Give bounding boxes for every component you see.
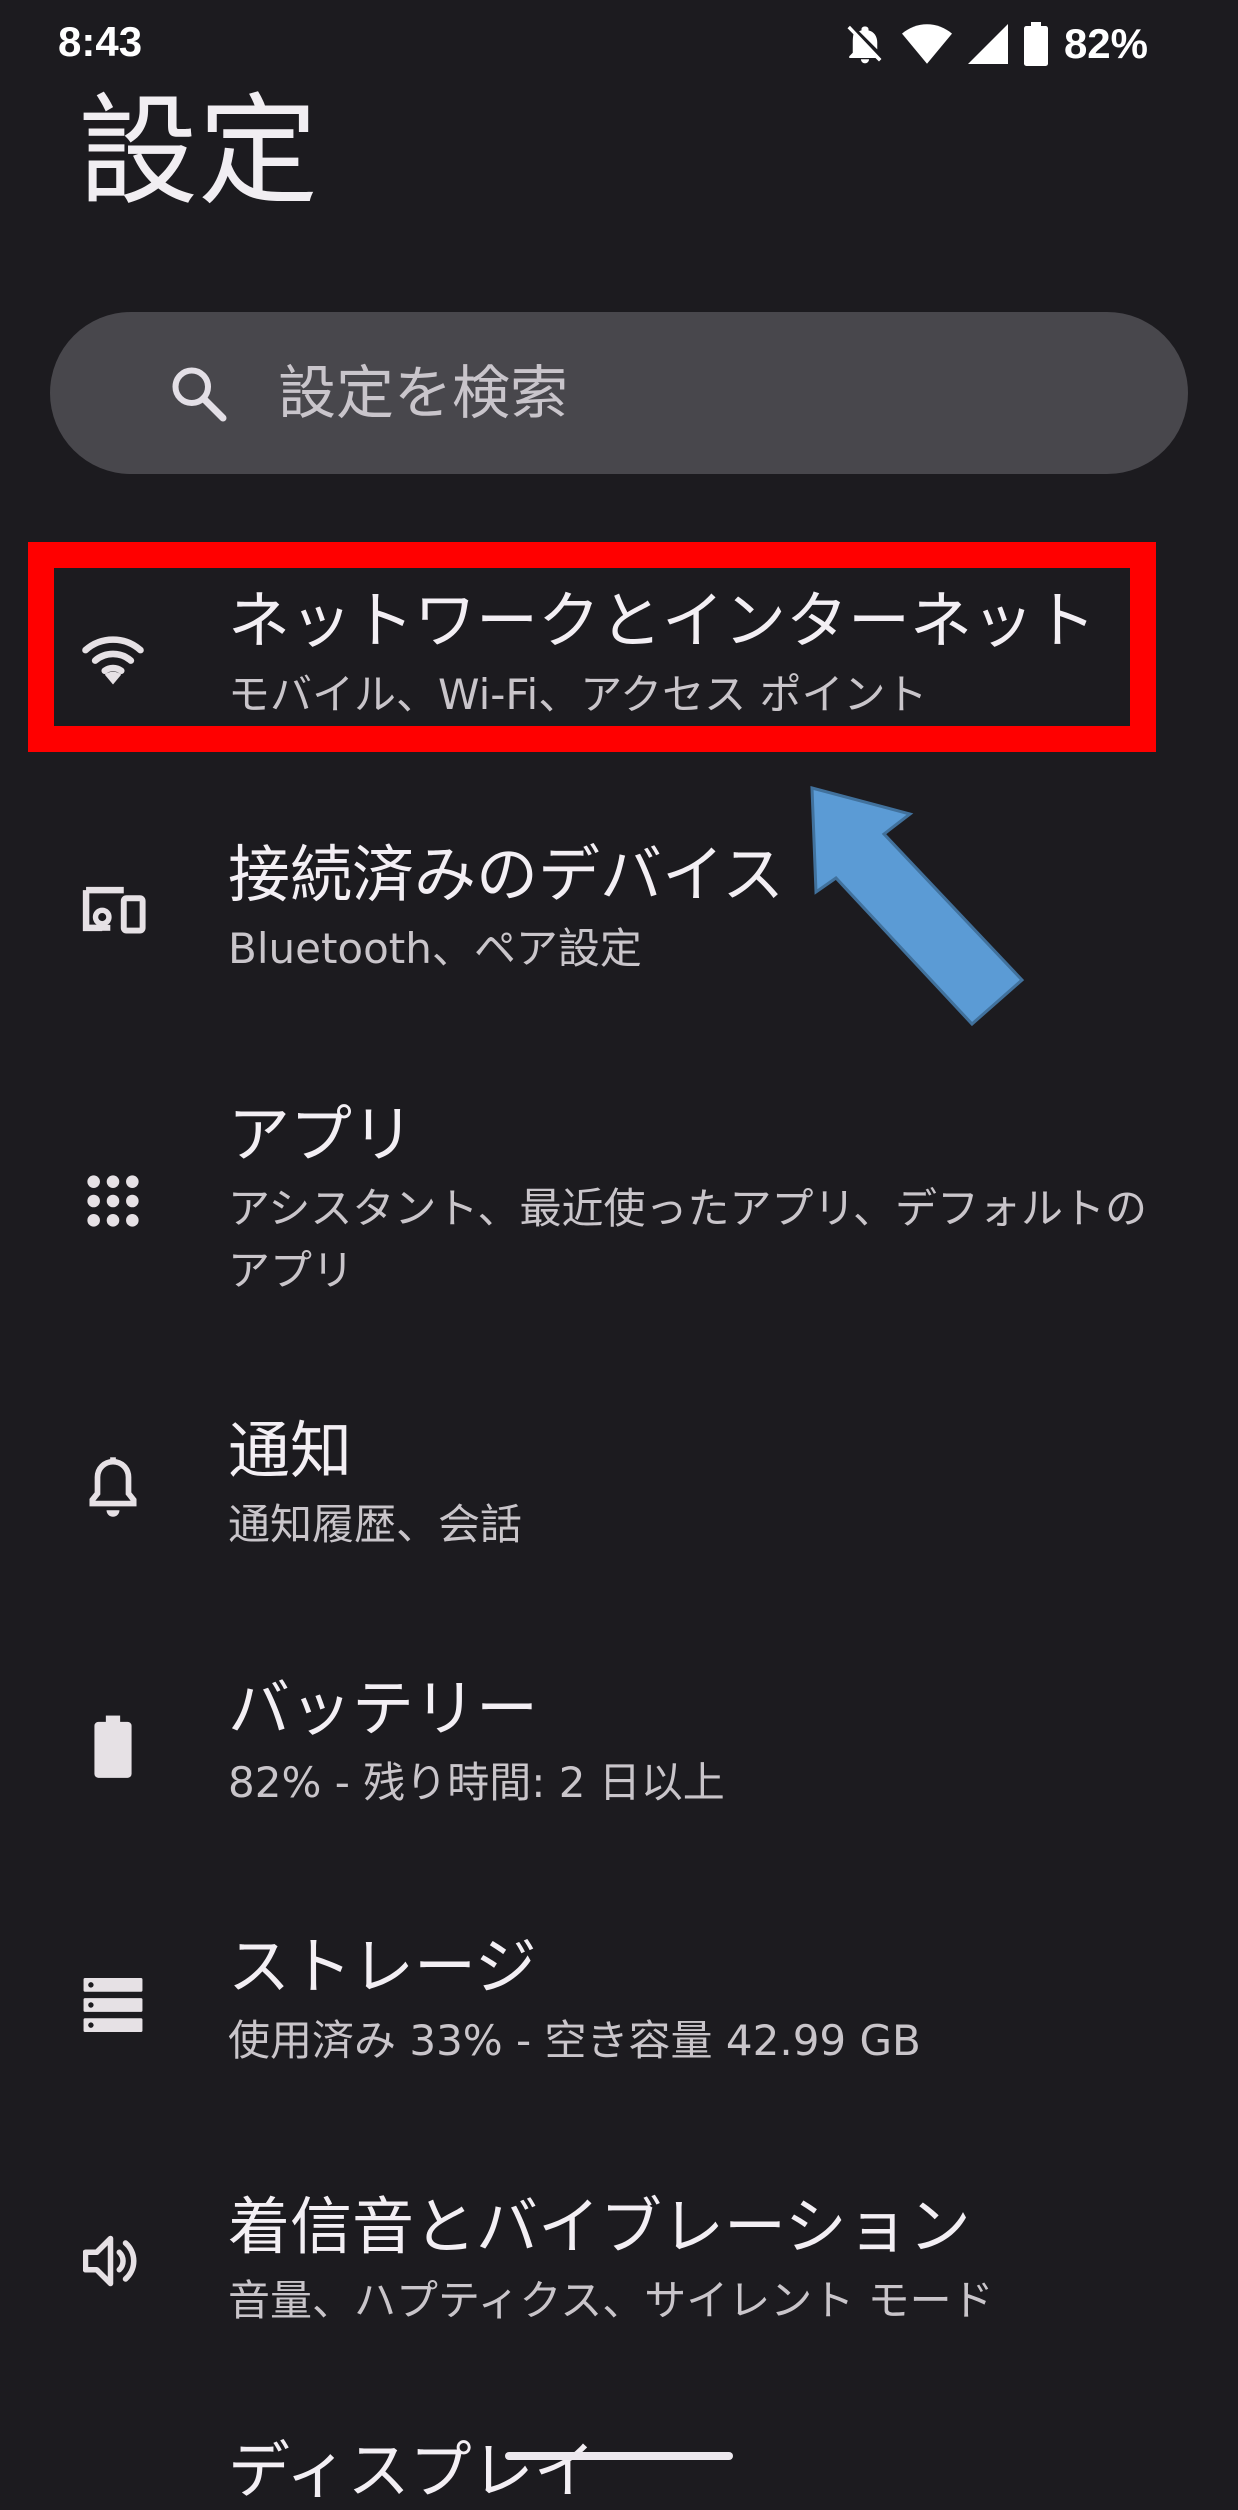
battery-percent: 82%	[1063, 20, 1148, 67]
settings-item-summary: 通知履歴、会話	[228, 1500, 523, 1549]
settings-item-label: 着信音とバイブレーション	[228, 2190, 971, 2263]
signal-icon	[967, 24, 1008, 64]
home-indicator[interactable]	[505, 2452, 733, 2460]
settings-item-devices[interactable]: 接続済みのデバイス Bluetooth、ペア設定	[0, 798, 1238, 1028]
settings-item-label: 接続済みのデバイス	[228, 838, 785, 911]
settings-item-display-label[interactable]: ディスプレイ	[228, 2432, 596, 2510]
battery-icon	[78, 1712, 148, 1782]
page-title: 設定	[78, 83, 318, 222]
pointer-arrow-icon	[810, 786, 1025, 1027]
settings-item-label: ストレージ	[228, 1930, 537, 2003]
search-bar[interactable]: 設定を検索	[50, 312, 1188, 474]
settings-item-summary: 82% - 残り時間: 2 日以上	[228, 1758, 725, 1807]
settings-item-sound[interactable]: 着信音とバイブレーション 音量、ハプティクス、サイレント モード	[0, 2148, 1238, 2378]
wifi-icon	[901, 24, 952, 64]
settings-item-label: アプリ	[228, 1098, 415, 1171]
settings-item-apps[interactable]: アプリ アシスタント、最近使ったアプリ、デフォルトのアプリ	[0, 1056, 1238, 1346]
status-bar: 8:43 82%	[0, 0, 1238, 88]
settings-item-notifications[interactable]: 通知 通知履歴、会話	[0, 1374, 1238, 1604]
settings-item-summary: 使用済み 33% - 空き容量 42.99 GB	[228, 2016, 921, 2065]
apps-grid-icon	[78, 1166, 148, 1236]
settings-item-label: バッテリー	[228, 1672, 539, 1745]
search-icon	[168, 363, 228, 423]
settings-item-storage[interactable]: ストレージ 使用済み 33% - 空き容量 42.99 GB	[0, 1890, 1238, 2120]
status-time: 8:43	[58, 18, 143, 65]
search-placeholder: 設定を検索	[278, 359, 569, 427]
settings-item-summary: 音量、ハプティクス、サイレント モード	[228, 2276, 994, 2325]
connected-devices-icon	[78, 874, 148, 944]
settings-item-summary: アシスタント、最近使ったアプリ、デフォルトのアプリ	[228, 1184, 1147, 1295]
settings-item-battery[interactable]: バッテリー 82% - 残り時間: 2 日以上	[0, 1632, 1238, 1862]
volume-icon	[78, 2226, 148, 2296]
settings-item-label: 通知	[228, 1414, 353, 1487]
notifications-off-icon	[844, 21, 886, 67]
status-icons: 82%	[844, 16, 1148, 72]
storage-icon	[78, 1970, 148, 2040]
battery-icon	[1023, 22, 1048, 66]
highlight-box	[28, 542, 1156, 752]
bell-icon	[78, 1452, 148, 1522]
